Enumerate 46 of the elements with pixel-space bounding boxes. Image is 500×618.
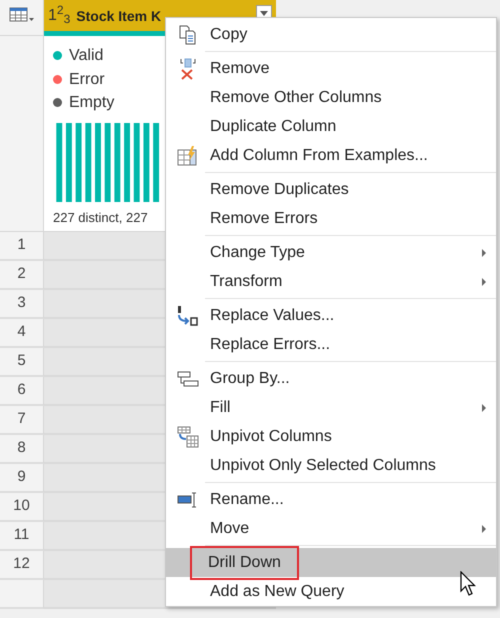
menu-item[interactable]: Move (166, 514, 496, 543)
menu-item[interactable]: Change Type (166, 238, 496, 267)
group-by-icon (177, 370, 199, 386)
menu-item[interactable]: Add as New Query (166, 577, 496, 606)
menu-item[interactable]: Remove (166, 54, 496, 83)
row-number: 2 (0, 261, 44, 290)
unpivot-columns-icon (177, 426, 199, 448)
rename-icon (177, 492, 199, 508)
column-lightning-icon (177, 146, 199, 166)
row-number-cell (0, 580, 44, 609)
row-number: 12 (0, 551, 44, 580)
row-number: 7 (0, 406, 44, 435)
table-icon (8, 6, 34, 24)
replace-arrow-icon (176, 304, 200, 326)
menu-item[interactable]: Remove Other Columns (166, 83, 496, 112)
row-number: 10 (0, 493, 44, 522)
profile-summary: 227 distinct, 227 (53, 208, 148, 226)
table-menu-button[interactable] (0, 0, 44, 36)
row-number: 9 (0, 464, 44, 493)
menu-item[interactable]: Fill (166, 393, 496, 422)
menu-item[interactable]: Duplicate Column (166, 112, 496, 141)
row-number: 5 (0, 348, 44, 377)
column-name: Stock Item K (76, 7, 162, 26)
remove-column-icon (178, 58, 198, 80)
row-number: 6 (0, 377, 44, 406)
mouse-pointer-icon (460, 571, 476, 597)
row-number: 4 (0, 319, 44, 348)
legend-label: Error (69, 70, 105, 90)
menu-item[interactable]: Remove Duplicates (166, 175, 496, 204)
legend-label: Empty (69, 93, 114, 113)
menu-item[interactable]: Drill Down (166, 548, 496, 577)
legend-label: Valid (69, 46, 104, 66)
row-number: 1 (0, 232, 44, 261)
menu-item[interactable]: Group By... (166, 364, 496, 393)
menu-item[interactable]: Replace Values... (166, 301, 496, 330)
menu-item[interactable]: Rename... (166, 485, 496, 514)
menu-item[interactable]: Remove Errors (166, 204, 496, 233)
row-number: 11 (0, 522, 44, 551)
menu-item[interactable]: Replace Errors... (166, 330, 496, 359)
menu-item[interactable]: Add Column From Examples... (166, 141, 496, 170)
menu-item[interactable]: Unpivot Columns (166, 422, 496, 451)
row-number: 8 (0, 435, 44, 464)
row-number: 3 (0, 290, 44, 319)
menu-item[interactable]: Transform (166, 267, 496, 296)
menu-item[interactable]: Unpivot Only Selected Columns (166, 451, 496, 480)
copy-icon (178, 24, 198, 44)
